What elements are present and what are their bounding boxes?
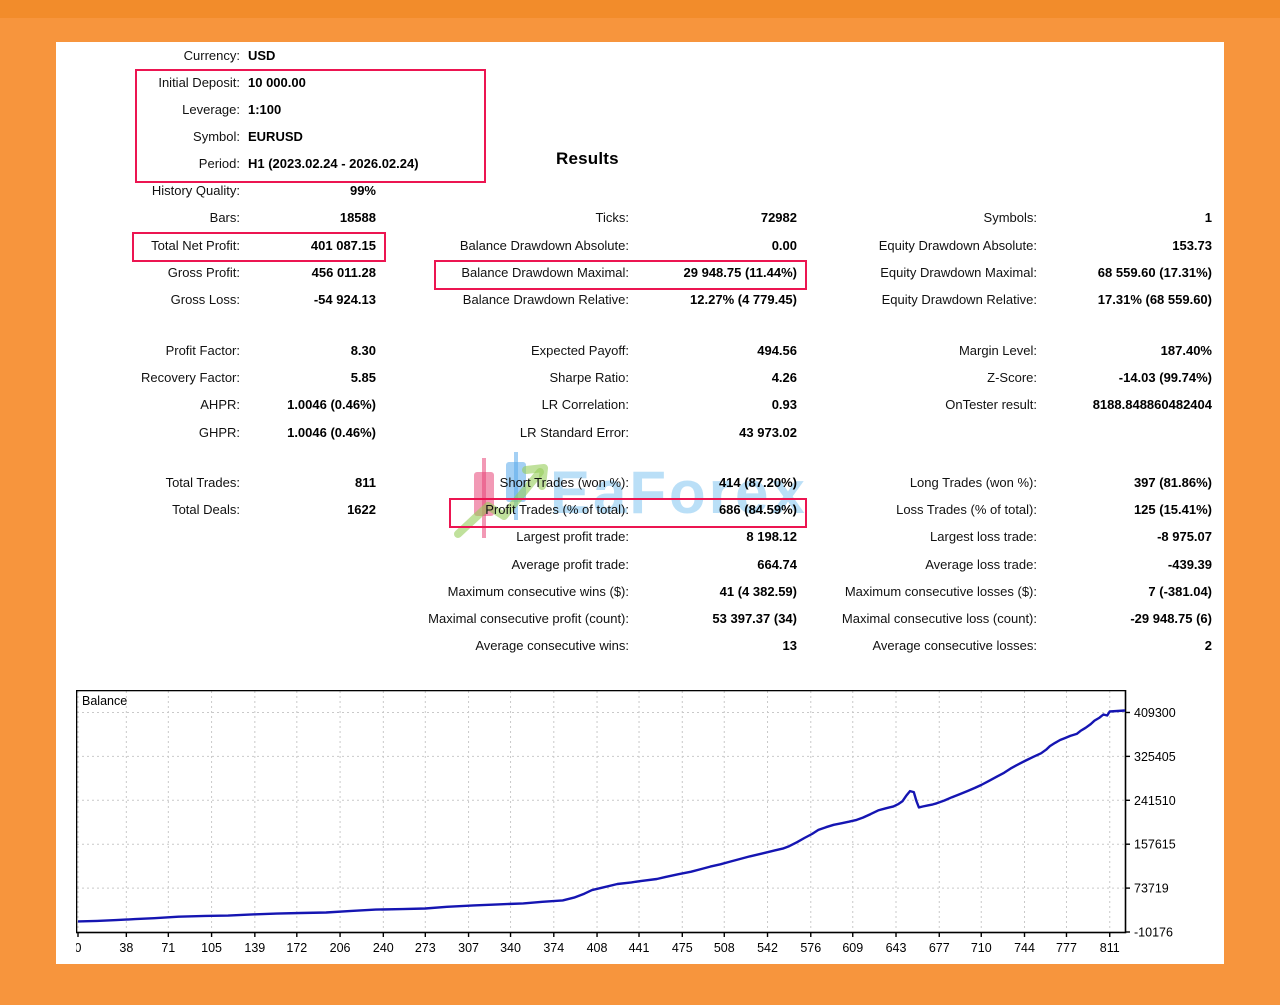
- axis-tick-label: 643: [886, 941, 907, 955]
- stat-value: 187.40%: [952, 343, 1212, 358]
- axis-tick-label: 307: [458, 941, 479, 955]
- axis-tick-label: 71: [161, 941, 175, 955]
- stat-label: Leverage:: [0, 102, 240, 117]
- axis-tick-label: 441: [629, 941, 650, 955]
- axis-tick-label: 744: [1014, 941, 1035, 955]
- stat-value: 2: [952, 638, 1212, 653]
- stat-value: 153.73: [952, 238, 1212, 253]
- axis-tick-label: 475: [672, 941, 693, 955]
- axis-tick-label: 408: [587, 941, 608, 955]
- axis-tick-label: 241510: [1134, 794, 1176, 808]
- stat-value: -14.03 (99.74%): [952, 370, 1212, 385]
- axis-tick-label: 677: [929, 941, 950, 955]
- stat-value: 99%: [116, 183, 376, 198]
- stat-value: 10 000.00: [248, 75, 508, 90]
- stat-value: 68 559.60 (17.31%): [952, 265, 1212, 280]
- strategy-tester-report: EaForex Results Currency:USDInitial Depo…: [56, 42, 1224, 964]
- stat-value: 8188.848860482404: [952, 397, 1212, 412]
- axis-tick-label: 206: [330, 941, 351, 955]
- stat-label: Currency:: [0, 48, 240, 63]
- axis-tick-label: 38: [119, 941, 133, 955]
- axis-tick-label: 576: [800, 941, 821, 955]
- stat-value: -439.39: [952, 557, 1212, 572]
- stat-value: 17.31% (68 559.60): [952, 292, 1212, 307]
- axis-tick-label: 811: [1100, 941, 1120, 955]
- stat-value: 125 (15.41%): [952, 502, 1212, 517]
- axis-tick-label: 157615: [1134, 838, 1176, 852]
- axis-tick-label: 777: [1056, 941, 1077, 955]
- stats-table: Results Currency:USDInitial Deposit:10 0…: [56, 42, 1224, 682]
- stat-value: 7 (-381.04): [952, 584, 1212, 599]
- stat-value: -8 975.07: [952, 529, 1212, 544]
- axis-tick-label: -10176: [1134, 926, 1173, 940]
- chart-frame: [77, 691, 1126, 933]
- axis-tick-label: 273: [415, 941, 436, 955]
- axis-tick-label: 409300: [1134, 706, 1176, 720]
- stat-value: 397 (81.86%): [952, 475, 1212, 490]
- axis-tick-label: 172: [286, 941, 307, 955]
- axis-tick-label: 508: [714, 941, 735, 955]
- stat-label: Period:: [0, 156, 240, 171]
- results-title: Results: [556, 149, 806, 169]
- stat-value: 43 973.02: [537, 425, 797, 440]
- axis-tick-label: 374: [543, 941, 564, 955]
- stat-label: Symbol:: [0, 129, 240, 144]
- stat-value: 1: [952, 210, 1212, 225]
- stat-label: Initial Deposit:: [0, 75, 240, 90]
- stat-value: H1 (2023.02.24 - 2026.02.24): [248, 156, 508, 171]
- stat-value: EURUSD: [248, 129, 508, 144]
- axis-tick-label: 0: [76, 941, 82, 955]
- axis-tick-label: 240: [373, 941, 394, 955]
- axis-tick-label: 609: [842, 941, 863, 955]
- stat-value: USD: [248, 48, 508, 63]
- axis-tick-label: 105: [201, 941, 222, 955]
- stat-value: 1:100: [248, 102, 508, 117]
- screenshot-top-strip: [0, 0, 1280, 18]
- balance-line: [78, 711, 1125, 922]
- axis-tick-label: 139: [244, 941, 265, 955]
- balance-chart: 0 38 71 105 139 172 206 240 273 307 340 374 408 441 47…: [76, 690, 1206, 962]
- axis-tick-label: 73719: [1134, 882, 1169, 896]
- axis-tick-label: 325405: [1134, 750, 1176, 764]
- axis-tick-label: 542: [757, 941, 778, 955]
- axis-tick-label: 340: [500, 941, 521, 955]
- chart-title: Balance: [82, 694, 127, 708]
- axis-tick-label: 710: [971, 941, 992, 955]
- stat-value: -29 948.75 (6): [952, 611, 1212, 626]
